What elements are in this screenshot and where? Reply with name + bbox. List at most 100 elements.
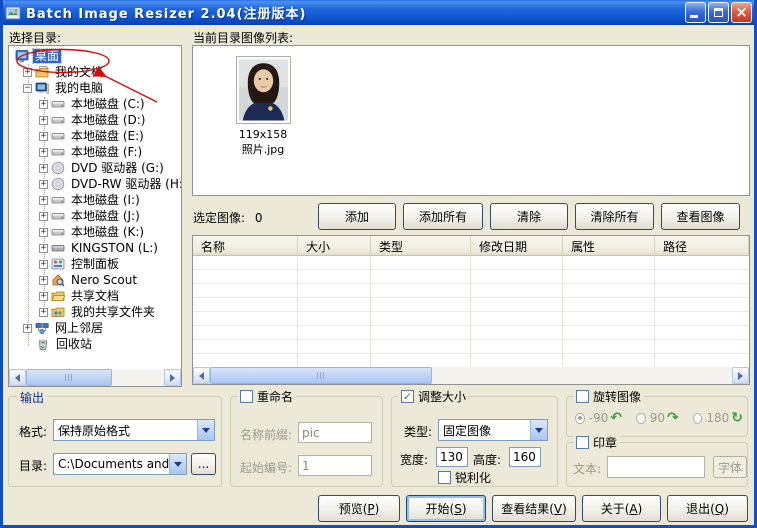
minimize-button[interactable]	[685, 2, 706, 23]
expander-icon[interactable]: +	[39, 212, 48, 221]
column-header[interactable]: 路径	[655, 236, 749, 255]
expander-icon[interactable]: +	[39, 260, 48, 269]
width-field[interactable]	[436, 447, 468, 467]
add-button[interactable]: 添加	[318, 203, 396, 230]
resize-checkbox[interactable]: ✓	[401, 390, 414, 403]
tree-horizontal-scrollbar[interactable]	[9, 369, 181, 386]
tree-item[interactable]: +DVD-RW 驱动器 (H:)	[9, 176, 181, 192]
tree-item[interactable]: +本地磁盘 (D:)	[9, 112, 181, 128]
expander-icon[interactable]: +	[39, 100, 48, 109]
start-number-field[interactable]	[298, 455, 372, 476]
local-disk-icon	[51, 193, 67, 207]
tree-scroll-track[interactable]	[26, 369, 164, 386]
expander-icon[interactable]: +	[39, 244, 48, 253]
format-combobox[interactable]: 保持原始格式	[53, 419, 215, 441]
tree-item[interactable]: 桌面	[9, 48, 181, 64]
resize-type-combobox[interactable]: 固定图像	[438, 419, 548, 441]
column-header[interactable]: 修改日期	[471, 236, 563, 255]
recycle-bin-icon	[36, 337, 52, 351]
chevron-down-icon[interactable]	[169, 454, 186, 474]
chevron-down-icon[interactable]	[530, 420, 547, 440]
column-header[interactable]: 属性	[563, 236, 655, 255]
tree-item[interactable]: +本地磁盘 (J:)	[9, 208, 181, 224]
exit-button[interactable]: 退出(Q)	[667, 495, 748, 522]
view-image-button[interactable]: 查看图像	[661, 203, 740, 230]
table-row	[193, 298, 749, 312]
expander-icon[interactable]: +	[39, 276, 48, 285]
table-scroll-thumb[interactable]	[210, 367, 432, 384]
expander-icon[interactable]: +	[39, 116, 48, 125]
rotate-180-icon: ↻	[731, 411, 743, 425]
expander-icon[interactable]: +	[23, 324, 32, 333]
tree-item[interactable]: +本地磁盘 (E:)	[9, 128, 181, 144]
tree-item[interactable]: +网上邻居	[9, 320, 181, 336]
maximize-button[interactable]	[708, 2, 729, 23]
scroll-left-icon[interactable]	[9, 369, 26, 386]
directory-combobox[interactable]: C:\Documents and S	[53, 453, 187, 475]
clear-button[interactable]: 清除	[490, 203, 568, 230]
column-header[interactable]: 类型	[371, 236, 471, 255]
tree-item[interactable]: −我的电脑	[9, 80, 181, 96]
font-button[interactable]: 字体	[713, 456, 747, 478]
expander-icon[interactable]: +	[39, 180, 48, 189]
expander-icon[interactable]: +	[39, 196, 48, 205]
expander-icon[interactable]: +	[39, 292, 48, 301]
expander-icon[interactable]: −	[23, 84, 32, 93]
preview-button[interactable]: 预览(P)	[318, 495, 400, 522]
tree-item[interactable]: +本地磁盘 (F:)	[9, 144, 181, 160]
expander-icon[interactable]: +	[23, 68, 32, 77]
table-scroll-track[interactable]	[210, 367, 732, 384]
tree-item[interactable]: +DVD 驱动器 (G:)	[9, 160, 181, 176]
tree-item[interactable]: 回收站	[9, 336, 181, 352]
tree-item[interactable]: +控制面板	[9, 256, 181, 272]
tree-scroll-thumb[interactable]	[26, 369, 112, 386]
rotate--90-radio[interactable]	[575, 413, 585, 424]
close-icon: ×	[735, 5, 748, 20]
column-header[interactable]: 大小	[298, 236, 371, 255]
tree-item[interactable]: +KINGSTON (L:)	[9, 240, 181, 256]
scroll-right-icon[interactable]	[732, 367, 749, 384]
table-row	[193, 312, 749, 326]
tree-item[interactable]: +本地磁盘 (K:)	[9, 224, 181, 240]
tree-item[interactable]: +共享文档	[9, 288, 181, 304]
tree-item[interactable]: +我的共享文件夹	[9, 304, 181, 320]
chevron-down-icon[interactable]	[197, 420, 214, 440]
name-prefix-field[interactable]	[298, 422, 372, 443]
stamp-text-field[interactable]	[607, 456, 705, 478]
tree-item[interactable]: +Nero Scout	[9, 272, 181, 288]
stamp-checkbox[interactable]	[576, 436, 589, 449]
rotate-90-radio[interactable]	[636, 413, 646, 424]
table-cell	[193, 256, 298, 269]
add-all-button[interactable]: 添加所有	[403, 203, 483, 230]
sharpen-checkbox[interactable]	[438, 471, 451, 484]
expander-icon[interactable]: +	[39, 228, 48, 237]
scroll-right-icon[interactable]	[164, 369, 181, 386]
rotate-checkbox[interactable]	[576, 390, 589, 403]
action-button-row: 添加添加所有清除清除所有查看图像	[318, 203, 740, 230]
table-horizontal-scrollbar[interactable]	[193, 367, 749, 384]
resize-group-title: 调整大小	[418, 388, 466, 405]
height-field[interactable]	[509, 447, 541, 467]
expander-icon[interactable]: +	[39, 308, 48, 317]
rename-checkbox[interactable]	[240, 390, 253, 403]
image-thumbnail[interactable]	[237, 57, 290, 123]
rotate-180-radio[interactable]	[693, 413, 703, 424]
tree-item[interactable]: +本地磁盘 (C:)	[9, 96, 181, 112]
expander-icon[interactable]: +	[39, 148, 48, 157]
about-button[interactable]: 关于(A)	[582, 495, 661, 522]
tree-item[interactable]: +我的文档	[9, 64, 181, 80]
table-body	[193, 256, 749, 368]
stamp-text-label: 文本:	[573, 460, 601, 477]
expander-icon[interactable]: +	[39, 164, 48, 173]
scroll-left-icon[interactable]	[193, 367, 210, 384]
expander-icon[interactable]: +	[39, 132, 48, 141]
rotate-checkbox-row: 旋转图像	[573, 388, 644, 405]
output-group-title: 输出	[17, 389, 47, 406]
start-button[interactable]: 开始(S)	[406, 495, 486, 522]
view-results-button[interactable]: 查看结果(V)	[492, 495, 576, 522]
browse-button[interactable]: ...	[191, 453, 216, 475]
column-header[interactable]: 名称	[193, 236, 298, 255]
tree-item[interactable]: +本地磁盘 (I:)	[9, 192, 181, 208]
clear-all-button[interactable]: 清除所有	[575, 203, 654, 230]
close-button[interactable]: ×	[731, 2, 752, 23]
